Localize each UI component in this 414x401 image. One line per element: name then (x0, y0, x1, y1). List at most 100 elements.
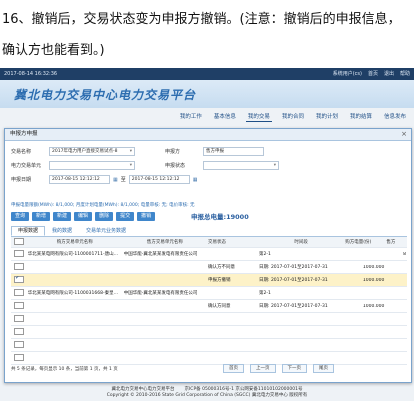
status-select[interactable]: ▾ (203, 161, 279, 170)
help-link[interactable]: 帮助 (400, 68, 410, 80)
cell-sell-amount: 8 (403, 251, 406, 257)
nav-item-my-trade[interactable]: 我的交易 (245, 111, 272, 122)
row-check-cell (11, 288, 27, 298)
cell-buy-amount: 1000.000 (362, 303, 385, 309)
col-buy-amount: 购方电量(份) (345, 240, 372, 245)
col-buyer: 购方交易单元名称 (56, 240, 93, 245)
datetime: 2017-08-14 16:32:36 (4, 71, 58, 77)
close-icon[interactable]: × (401, 129, 407, 140)
row-check-cell (11, 340, 27, 350)
declarer-label: 申报方 (165, 149, 181, 155)
table-row[interactable] (11, 339, 407, 352)
cell-status: 确认方同意 (208, 304, 231, 309)
user-name[interactable]: 系统用户(cs) (333, 68, 362, 80)
unit-label: 电力交易单元 (11, 163, 42, 169)
row-check-cell (11, 262, 27, 272)
home-link[interactable]: 首页 (368, 68, 378, 80)
table-row[interactable]: 确认方不同意 日期: 2017-07-01至2017-07-31 1000.000 (11, 261, 407, 274)
logout-link[interactable]: 退出 (384, 68, 394, 80)
dialog-title: 申报方申报 (10, 131, 38, 137)
last-page-button[interactable]: 尾页 (313, 364, 334, 373)
select-all-checkbox[interactable] (14, 237, 24, 245)
row-check-cell (11, 327, 27, 337)
cell-period: 第2-1 (259, 291, 271, 296)
date-separator: 至 (120, 177, 126, 183)
table-header: 购方交易单元名称 售方交易单元名称 交易状态 时间段 购方电量(份) 售方 (11, 237, 407, 248)
col-seller: 售方交易单元名称 (146, 240, 183, 245)
submit-button[interactable]: 提交 (116, 212, 135, 221)
row-checkbox[interactable] (14, 301, 24, 309)
nav-item-my-work[interactable]: 我的工作 (178, 111, 204, 122)
table-row[interactable]: 华北某某电网有限公司-1100031668-秦皇岛市某某电工有限公司中国华能-冀… (11, 287, 407, 300)
unit-select[interactable]: ▾ (49, 161, 135, 170)
first-page-button[interactable]: 首页 (223, 364, 244, 373)
cell-period: 日期: 2017-07-01至2017-07-31 (259, 278, 328, 283)
row-checkbox[interactable] (14, 275, 24, 283)
cell-buy-amount: 1000.000 (362, 264, 385, 270)
tab-bar: 申报数据 我的数据 交易单元业务数据 (11, 226, 133, 236)
banner: 冀北电力交易中心电力交易平台 (0, 80, 414, 108)
screenshot-panel: 2017-08-14 16:32:36 系统用户(cs) 首页 退出 帮助 冀北… (0, 68, 414, 401)
cell-seller: 中国华能-冀北某某发电有限责任公司 (123, 252, 198, 257)
row-checkbox[interactable] (14, 262, 24, 270)
prev-page-button[interactable]: 上一页 (250, 364, 276, 373)
quota-info: 申报电量限额(MWh): 8/1,000; 月度计划电量(MWh): 8/1,0… (11, 203, 195, 208)
tab-my-data[interactable]: 我的数据 (45, 226, 79, 236)
row-checkbox[interactable] (14, 327, 24, 335)
table-row[interactable] (11, 352, 407, 365)
row-checkbox[interactable] (14, 288, 24, 296)
tab-declare-data[interactable]: 申报数据 (11, 226, 46, 236)
declarer-field[interactable]: 售方申报 (203, 147, 264, 156)
row-check-cell (11, 314, 27, 324)
table-row[interactable]: 华北某某电网有限公司-1100001711-唐山市某某电工电器有限公司中国华能-… (11, 248, 407, 261)
add-button[interactable]: 新增 (32, 212, 51, 221)
create-button[interactable]: 新建 (53, 212, 72, 221)
row-check-cell (11, 301, 27, 311)
row-check-cell (11, 353, 27, 363)
cell-seller: 中国华能-冀北某某发电有限责任公司 (123, 291, 198, 296)
table-row[interactable]: 确认方同意 日期: 2017-07-01至2017-07-31 1000.000 (11, 300, 407, 313)
row-checkbox[interactable] (14, 340, 24, 348)
calendar-icon[interactable]: ▦ (193, 177, 198, 183)
date-label: 申报日期 (11, 177, 32, 183)
cell-status: 确认方不同意 (208, 265, 236, 270)
row-checkbox[interactable] (14, 314, 24, 322)
cell-period: 日期: 2017-07-01至2017-07-31 (259, 265, 328, 270)
delete-button[interactable]: 删除 (95, 212, 114, 221)
header-check (11, 237, 27, 247)
row-check-cell (11, 249, 27, 259)
cell-buyer: 华北某某电网有限公司-1100031668-秦皇岛市某某电工有限公司 (27, 291, 123, 296)
table-row[interactable] (11, 326, 407, 339)
chevron-down-icon: ▾ (129, 149, 132, 154)
calendar-icon[interactable]: ▦ (113, 177, 118, 183)
next-page-button[interactable]: 下一页 (281, 364, 307, 373)
query-button[interactable]: 查询 (11, 212, 30, 221)
row-checkbox[interactable] (14, 353, 24, 361)
nav-item-info-release[interactable]: 信息发布 (382, 111, 408, 122)
row-check-cell (11, 275, 27, 285)
dialog-header: 申报方申报 × (5, 129, 411, 141)
project-label: 交易名称 (11, 149, 32, 155)
nav-item-my-plan[interactable]: 我的计划 (314, 111, 340, 122)
revoke-button[interactable]: 撤销 (137, 212, 156, 221)
date-to-input[interactable]: 2017-08-15 12:12:12 (128, 175, 190, 184)
col-sell-amount: 售方 (386, 240, 396, 245)
nav-item-my-contract[interactable]: 我的合同 (280, 111, 306, 122)
date-from-input[interactable]: 2017-08-15 12:12:12 (49, 175, 110, 184)
nav-item-my-settlement[interactable]: 我的结算 (348, 111, 374, 122)
col-status: 交易状态 (208, 240, 227, 245)
table-row[interactable]: 申报方撤销 日期: 2017-07-01至2017-07-31 1000.000 (11, 274, 407, 287)
total-amount: 申报总电量:19000 (191, 213, 249, 221)
status-label: 申报状态 (165, 163, 186, 169)
cell-period: 第2-1 (259, 252, 271, 257)
nav-item-basic-info[interactable]: 基本信息 (212, 111, 238, 122)
project-select[interactable]: 2017年电力用户直接交易试点-8 ▾ (49, 147, 135, 156)
tab-unit-data[interactable]: 交易单元业务数据 (79, 226, 133, 236)
caption-line-2: 确认方也能看到。) (2, 43, 105, 58)
edit-button[interactable]: 编辑 (74, 212, 93, 221)
row-checkbox[interactable] (14, 249, 24, 257)
table-row[interactable] (11, 313, 407, 326)
chevron-down-icon: ▾ (273, 163, 276, 168)
top-bar: 2017-08-14 16:32:36 系统用户(cs) 首页 退出 帮助 (0, 68, 414, 80)
project-value: 2017年电力用户直接交易试点-8 (52, 149, 118, 154)
